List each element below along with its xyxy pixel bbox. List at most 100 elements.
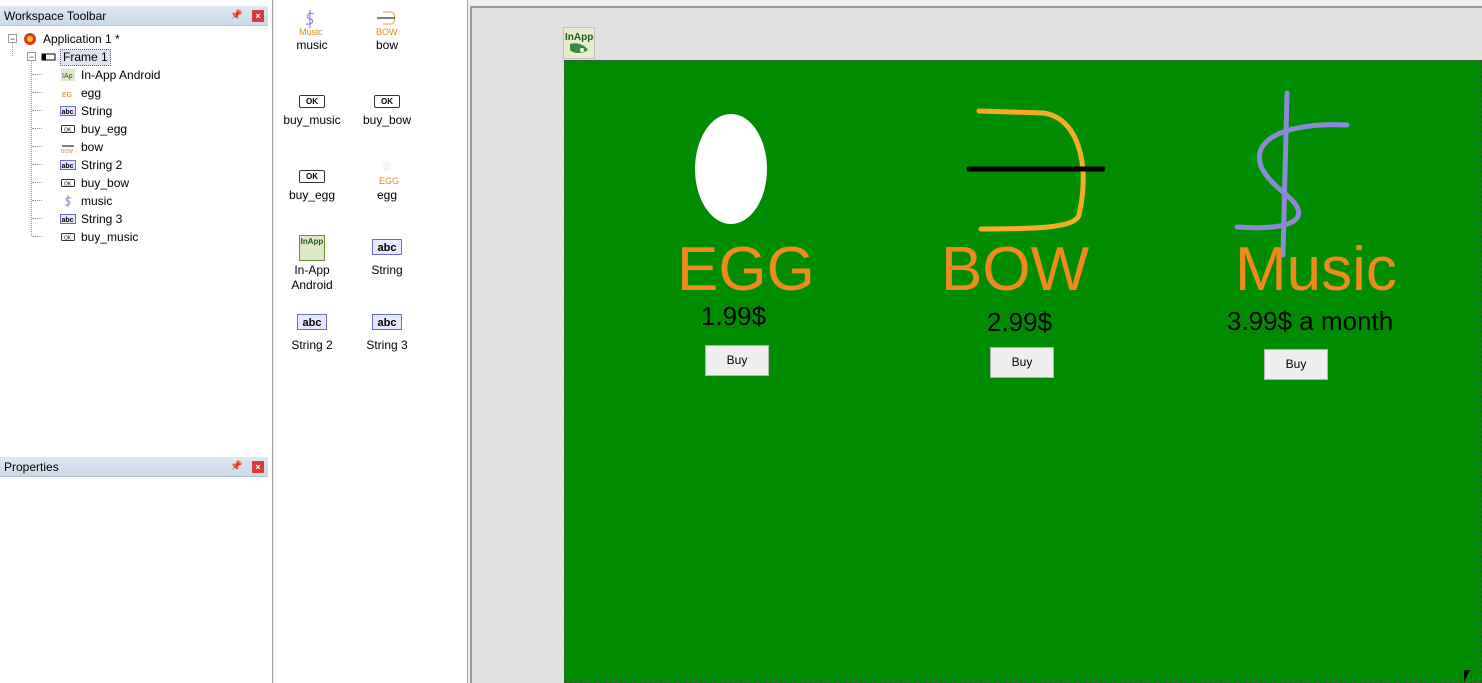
tree-item-inapp-android[interactable]: IAp In-App Android	[0, 66, 200, 84]
application-icon	[22, 32, 38, 46]
button-icon: OK	[60, 230, 76, 244]
price-egg[interactable]: 1.99$	[701, 302, 766, 330]
palette-item-buy-bow[interactable]: OK buy_bow	[349, 83, 425, 128]
inapp-android-icon: IAp	[60, 68, 76, 82]
bow-icon[interactable]	[965, 103, 1109, 233]
thumb-text: BOW	[376, 27, 398, 36]
tree-item-label: music	[81, 194, 113, 208]
pin-icon[interactable]: 📌	[230, 461, 242, 473]
svg-text:OK: OK	[64, 182, 72, 188]
palette-item-buy-egg[interactable]: OK buy_egg	[274, 158, 350, 203]
palette-item-label: String 2	[291, 338, 333, 352]
tree-item-label: String	[81, 104, 113, 118]
tree-item-buy-egg[interactable]: OK buy_egg	[0, 120, 200, 138]
mouse-cursor-icon	[1464, 670, 1470, 682]
collapse-icon[interactable]: −	[27, 52, 36, 62]
buy-music-button[interactable]: Buy	[1264, 349, 1328, 380]
palette-item-buy-music[interactable]: OK buy_music	[274, 83, 350, 128]
frame-icon	[41, 50, 57, 64]
product-name-music[interactable]: Music	[1235, 239, 1397, 301]
tree-item-label: Frame 1	[60, 49, 111, 66]
buy-bow-button[interactable]: Buy	[990, 347, 1054, 378]
svg-text:InApp: InApp	[565, 32, 593, 43]
string-icon: abc	[371, 308, 403, 336]
svg-text:abc: abc	[62, 217, 74, 224]
dollar-music-icon[interactable]	[1231, 89, 1355, 259]
workspace-panel: Workspace Toolbar 📌 × − Application 1 * …	[0, 0, 273, 683]
string-icon: abc	[60, 212, 76, 226]
tree-item-music[interactable]: music	[0, 192, 200, 210]
button-icon: OK	[60, 176, 76, 190]
collapse-icon[interactable]: −	[8, 34, 17, 44]
tree-item-label: bow	[81, 140, 104, 154]
svg-text:IAp: IAp	[62, 73, 73, 80]
price-music[interactable]: 3.99$ a month	[1227, 307, 1393, 335]
tree-item-string[interactable]: abc String	[0, 102, 200, 120]
svg-text:BOW: BOW	[61, 149, 73, 154]
tree-item-label: String 2	[81, 158, 123, 172]
palette-item-egg[interactable]: EGG egg	[349, 158, 425, 203]
tree-item-label: buy_bow	[81, 176, 130, 190]
ok-button-icon: OK	[371, 83, 403, 111]
palette-item-label: bow	[375, 38, 398, 52]
app-frame[interactable]: EGG 1.99$ Buy BOW 2.99$ Buy Music 3.99$ …	[564, 60, 1482, 683]
workspace-toolbar-titlebar: Workspace Toolbar 📌 ×	[0, 6, 268, 26]
inapp-android-icon[interactable]: InApp	[563, 27, 595, 59]
bow-image-icon: BOW	[371, 8, 403, 37]
component-palette: Music music BOW bow OK buy_music OK buy_…	[274, 0, 468, 683]
tree-item-egg[interactable]: EG egg	[0, 84, 200, 102]
ok-button-icon: OK	[296, 158, 328, 186]
close-icon[interactable]: ×	[252, 10, 264, 22]
buy-egg-button[interactable]: Buy	[705, 345, 769, 376]
thumb-text: EGG	[379, 176, 399, 186]
svg-text:abc: abc	[62, 109, 74, 116]
palette-item-inapp-android[interactable]: InApp In-App Android	[274, 233, 350, 293]
palette-item-music[interactable]: Music music	[274, 8, 350, 53]
product-name-egg[interactable]: EGG	[677, 239, 815, 301]
properties-title: Properties	[4, 460, 59, 474]
tree-item-string-3[interactable]: abc String 3	[0, 210, 200, 228]
svg-text:OK: OK	[64, 128, 72, 134]
tree-item-label: buy_egg	[81, 122, 128, 136]
palette-item-label: buy_bow	[362, 113, 412, 127]
palette-item-string-2[interactable]: abc String 2	[274, 308, 350, 353]
palette-item-label: buy_egg	[288, 188, 336, 202]
tree-item-label: String 3	[81, 212, 123, 226]
tree-item-buy-bow[interactable]: OK buy_bow	[0, 174, 200, 192]
egg-image-icon: EGG	[371, 158, 403, 186]
svg-text:abc: abc	[62, 163, 74, 170]
string-icon: abc	[60, 104, 76, 118]
palette-item-label: egg	[376, 188, 398, 202]
tree-item-label: Application 1 *	[43, 32, 120, 46]
tree-item-label: In-App Android	[81, 68, 161, 82]
palette-item-label: String 3	[366, 338, 408, 352]
properties-titlebar: Properties 📌 ×	[0, 457, 268, 477]
palette-item-label: buy_music	[283, 113, 341, 127]
inapp-android-icon: InApp	[296, 233, 328, 261]
palette-item-string[interactable]: abc String	[349, 233, 425, 278]
string-icon: abc	[296, 308, 328, 336]
tree-item-frame[interactable]: − Frame 1	[0, 48, 200, 66]
tree-item-buy-music[interactable]: OK buy_music	[0, 228, 200, 246]
close-icon[interactable]: ×	[252, 461, 264, 473]
tree-item-application[interactable]: − Application 1 *	[0, 30, 200, 48]
image-icon	[60, 194, 76, 208]
palette-item-label: String	[371, 263, 403, 277]
palette-item-label: music	[296, 38, 328, 52]
palette-item-bow[interactable]: BOW bow	[349, 8, 425, 53]
tree-item-bow[interactable]: BOW bow	[0, 138, 200, 156]
string-icon: abc	[60, 158, 76, 172]
pin-icon[interactable]: 📌	[230, 10, 242, 22]
image-icon: EG	[60, 86, 76, 100]
product-name-bow[interactable]: BOW	[941, 239, 1089, 301]
music-image-icon: Music	[296, 8, 328, 37]
price-bow[interactable]: 2.99$	[987, 308, 1052, 336]
palette-item-label: In-App Android	[291, 263, 333, 292]
egg-icon[interactable]	[693, 113, 769, 225]
button-icon: OK	[60, 122, 76, 136]
tree-item-label: egg	[81, 86, 102, 100]
palette-item-string-3[interactable]: abc String 3	[349, 308, 425, 353]
ok-button-icon: OK	[296, 83, 328, 111]
tree-item-string-2[interactable]: abc String 2	[0, 156, 200, 174]
string-icon: abc	[371, 233, 403, 261]
